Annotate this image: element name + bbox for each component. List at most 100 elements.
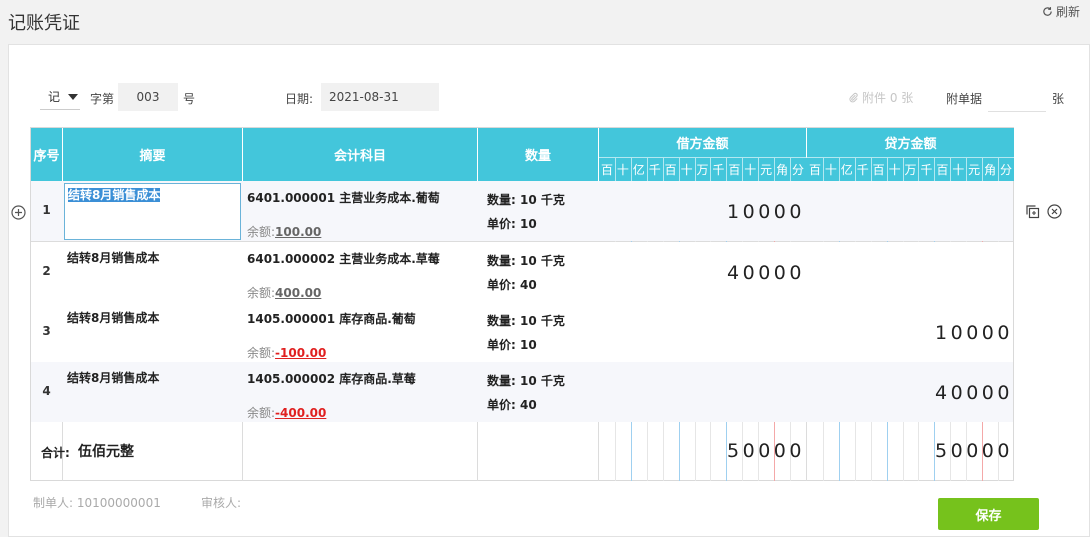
quantity-line: 数量: 10 千克: [487, 314, 565, 328]
digit-unit-label: 百: [600, 162, 613, 177]
digit-unit-label: 十: [888, 162, 901, 177]
digit-header-divider: [614, 158, 616, 181]
digit-header-divider: [918, 158, 920, 181]
header-debit: 借方金额: [599, 128, 806, 157]
page-title: 记账凭证: [8, 13, 80, 34]
balance: 余额:-400.00: [247, 404, 326, 421]
date-label: 日期:: [285, 92, 314, 106]
digit-unit-label: 千: [856, 162, 869, 177]
refresh-button[interactable]: 刷新: [1042, 3, 1080, 20]
quantity-line: 数量: 10 千克: [487, 193, 565, 207]
voucher-number-input[interactable]: 003: [118, 83, 178, 111]
quantity-line: 数量: 10 千克: [487, 374, 565, 388]
balance: 余额:100.00: [247, 223, 321, 240]
debit-amount[interactable]: 10000: [727, 201, 805, 223]
price-line: 单价: 10: [487, 217, 537, 231]
date-input[interactable]: 2021-08-31: [321, 83, 439, 111]
attachments-link[interactable]: 附件 0 张: [848, 89, 913, 106]
digit-header-divider: [950, 158, 952, 181]
price-line: 单价: 40: [487, 398, 537, 412]
chevron-down-icon: [68, 94, 78, 100]
table-row[interactable]: 2 结转8月销售成本 6401.000002 主营业务成本.草莓 余额:400.…: [31, 242, 1013, 302]
digit-header-divider: [854, 158, 856, 181]
account-name[interactable]: 6401.000001 主营业务成本.葡萄: [247, 189, 440, 206]
voucher-table: 序号 摘要 会计科目 数量 借方金额 贷方金额 百十亿千百十万千百十元角分 百十…: [30, 127, 1014, 481]
digit-unit-label: 百: [808, 162, 821, 177]
add-row-button[interactable]: [11, 205, 26, 224]
row-number: 2: [42, 264, 51, 278]
attachments-label: 附件 0 张: [862, 91, 914, 105]
voucher-type-select[interactable]: 记: [40, 84, 80, 110]
balance: 余额:400.00: [247, 284, 321, 301]
digit-unit-label: 百: [936, 162, 949, 177]
digit-unit-label: 千: [648, 162, 661, 177]
total-debit: 50000: [727, 440, 805, 462]
summary-text[interactable]: 结转8月销售成本: [67, 309, 159, 326]
digit-unit-label: 十: [616, 162, 629, 177]
copy-row-icon: [1026, 205, 1040, 219]
reviewer-info: 审核人:: [201, 496, 242, 510]
delete-row-icon: [1047, 204, 1062, 219]
summary-text[interactable]: 结转8月销售成本: [67, 249, 159, 266]
zi-di-label: 字第: [90, 92, 115, 106]
header-column-divider: [62, 128, 63, 181]
maker-info: 制单人: 10100000001: [33, 496, 161, 510]
header-credit: 贷方金额: [807, 128, 1014, 157]
balance: 余额:-100.00: [247, 344, 326, 361]
header-summary: 摘要: [63, 128, 242, 181]
digit-header-divider: [966, 158, 968, 181]
hao-label: 号: [183, 92, 196, 106]
row-number: 4: [42, 384, 51, 398]
quantity-line: 数量: 10 千克: [487, 254, 565, 268]
digit-header-divider: [822, 158, 824, 181]
digit-unit-label: 角: [776, 162, 789, 177]
refresh-icon: [1043, 7, 1052, 16]
table-row[interactable]: 3 结转8月销售成本 1405.000001 库存商品.葡萄 余额:-100.0…: [31, 302, 1013, 362]
price-line: 单价: 10: [487, 338, 537, 352]
digit-unit-label: 千: [920, 162, 933, 177]
digit-header-divider: [662, 158, 664, 181]
summary-input[interactable]: 结转8月销售成本: [64, 183, 241, 240]
add-row-icon: [11, 205, 26, 220]
digit-header-divider: [774, 158, 776, 181]
digit-unit-label: 元: [968, 162, 981, 177]
account-name[interactable]: 6401.000002 主营业务成本.草莓: [247, 250, 440, 267]
digit-unit-label: 十: [824, 162, 837, 177]
row-number: 1: [42, 203, 51, 217]
digit-unit-label: 百: [872, 162, 885, 177]
header-account: 会计科目: [243, 128, 477, 181]
zhang-label: 张: [1052, 92, 1065, 106]
attached-docs-label: 附单据: [946, 92, 983, 106]
digit-header-divider: [710, 158, 712, 181]
table-row[interactable]: 1 结转8月销售成本 6401.000001 主营业务成本.葡萄 余额:100.…: [31, 181, 1013, 241]
credit-amount[interactable]: 10000: [935, 322, 1013, 344]
digit-unit-label: 百: [728, 162, 741, 177]
digit-header-divider: [902, 158, 904, 181]
summary-text[interactable]: 结转8月销售成本: [67, 369, 159, 386]
attached-docs-input[interactable]: [988, 84, 1046, 112]
digit-header-divider: [982, 158, 984, 181]
total-credit: 50000: [935, 440, 1013, 462]
balance-label: 余额:: [247, 225, 276, 239]
digit-header-divider: [694, 158, 696, 181]
debit-amount[interactable]: 40000: [727, 262, 805, 284]
account-name[interactable]: 1405.000002 库存商品.草莓: [247, 370, 416, 387]
header-column-divider: [477, 128, 478, 181]
account-name[interactable]: 1405.000001 库存商品.葡萄: [247, 310, 416, 327]
copy-row-button[interactable]: [1025, 204, 1040, 223]
header-column-divider: [598, 128, 599, 181]
balance-value: 100.00: [275, 225, 322, 239]
digit-header-divider: [646, 158, 648, 181]
delete-row-button[interactable]: [1047, 204, 1062, 223]
digit-unit-label: 百: [664, 162, 677, 177]
digit-unit-label: 分: [1000, 162, 1013, 177]
table-row[interactable]: 4 结转8月销售成本 1405.000002 库存商品.草莓 余额:-400.0…: [31, 362, 1013, 422]
balance-value: -100.00: [275, 346, 327, 360]
price-line: 单价: 40: [487, 278, 537, 292]
balance-label: 余额:: [247, 286, 276, 300]
save-button[interactable]: 保存: [938, 498, 1039, 530]
credit-amount[interactable]: 40000: [935, 382, 1013, 404]
summary-selected-text: 结转8月销售成本: [68, 188, 161, 202]
digit-header-divider: [758, 158, 760, 181]
balance-label: 余额:: [247, 406, 276, 420]
